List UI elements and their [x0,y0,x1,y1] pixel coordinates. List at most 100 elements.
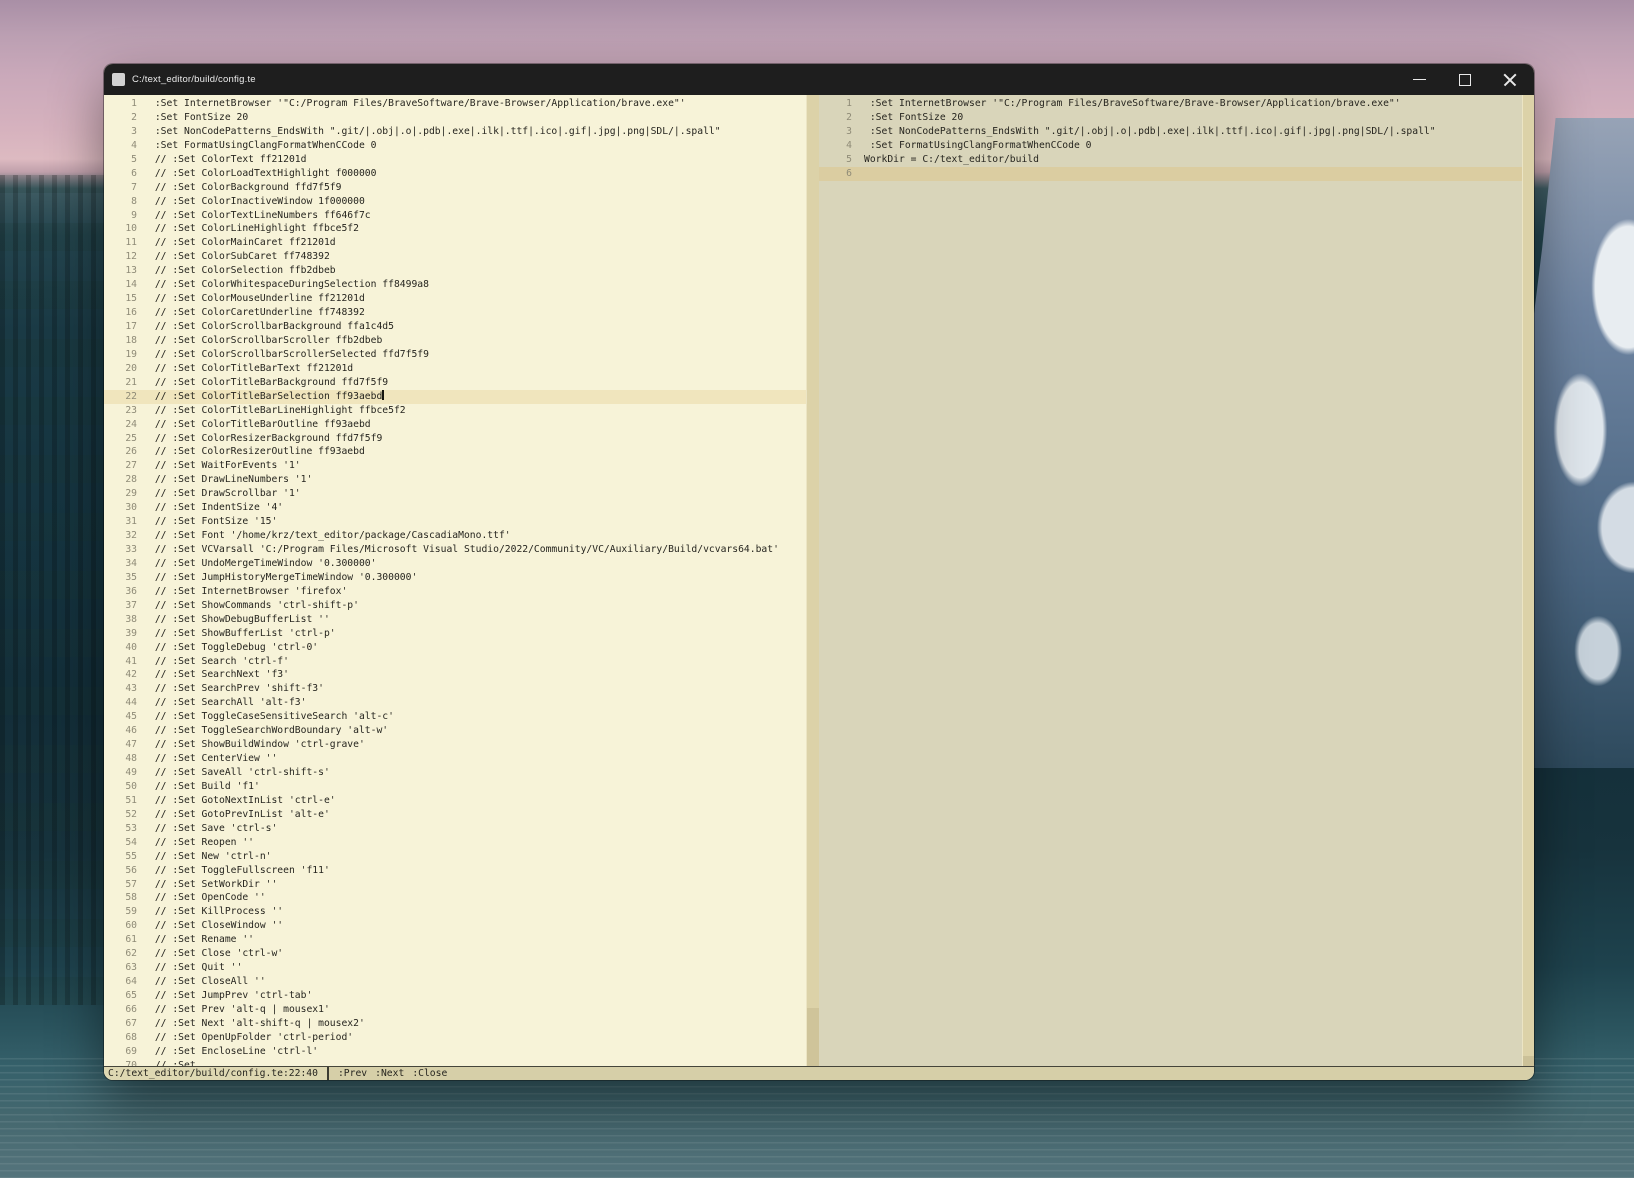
right-scrollbar-thumb[interactable] [1523,95,1534,1056]
code-line[interactable]: 6 // :Set ColorLoadTextHighlight f000000 [104,167,806,181]
code-text: // :Set [137,1059,202,1066]
code-line[interactable]: 37 // :Set ShowCommands 'ctrl-shift-p' [104,599,806,613]
code-line[interactable]: 21 // :Set ColorTitleBarBackground ffd7f… [104,376,806,390]
code-line[interactable]: 59 // :Set KillProcess '' [104,905,806,919]
code-line[interactable]: 35 // :Set JumpHistoryMergeTimeWindow '0… [104,571,806,585]
code-line[interactable]: 20 // :Set ColorTitleBarText ff21201d [104,362,806,376]
code-line[interactable]: 66 // :Set Prev 'alt-q | mousex1' [104,1003,806,1017]
line-number: 39 [104,627,137,641]
code-text: // :Set ColorSelection ffb2dbeb [137,264,336,278]
code-line[interactable]: 25 // :Set ColorResizerBackground ffd7f5… [104,432,806,446]
code-line[interactable]: 53 // :Set Save 'ctrl-s' [104,822,806,836]
code-line[interactable]: 6 [819,167,1522,181]
code-line[interactable]: 33 // :Set VCVarsall 'C:/Program Files/M… [104,543,806,557]
code-line[interactable]: 2 :Set FontSize 20 [104,111,806,125]
code-line[interactable]: 1 :Set InternetBrowser '"C:/Program File… [104,97,806,111]
code-line[interactable]: 23 // :Set ColorTitleBarLineHighlight ff… [104,404,806,418]
code-line[interactable]: 61 // :Set Rename '' [104,933,806,947]
close-button[interactable] [1487,64,1532,95]
code-line[interactable]: 46 // :Set ToggleSearchWordBoundary 'alt… [104,724,806,738]
code-line[interactable]: 26 // :Set ColorResizerOutline ff93aebd [104,445,806,459]
code-line[interactable]: 45 // :Set ToggleCaseSensitiveSearch 'al… [104,710,806,724]
code-line[interactable]: 51 // :Set GotoNextInList 'ctrl-e' [104,794,806,808]
code-line[interactable]: 5 // :Set ColorText ff21201d [104,153,806,167]
code-line[interactable]: 43 // :Set SearchPrev 'shift-f3' [104,682,806,696]
code-line[interactable]: 47 // :Set ShowBuildWindow 'ctrl-grave' [104,738,806,752]
code-line[interactable]: 56 // :Set ToggleFullscreen 'f11' [104,864,806,878]
line-number: 3 [104,125,137,139]
code-line[interactable]: 38 // :Set ShowDebugBufferList '' [104,613,806,627]
code-line[interactable]: 1 :Set InternetBrowser '"C:/Program File… [819,97,1522,111]
code-line[interactable]: 4 :Set FormatUsingClangFormatWhenCCode 0 [819,139,1522,153]
line-number: 1 [819,97,852,111]
code-line[interactable]: 5WorkDir = C:/text_editor/build [819,153,1522,167]
code-line[interactable]: 16 // :Set ColorCaretUnderline ff748392 [104,306,806,320]
code-line[interactable]: 10 // :Set ColorLineHighlight ffbce5f2 [104,222,806,236]
code-line[interactable]: 8 // :Set ColorInactiveWindow 1f000000 [104,195,806,209]
code-line[interactable]: 34 // :Set UndoMergeTimeWindow '0.300000… [104,557,806,571]
code-line[interactable]: 63 // :Set Quit '' [104,961,806,975]
code-line[interactable]: 3 :Set NonCodePatterns_EndsWith ".git/|.… [819,125,1522,139]
status-command-next[interactable]: :Next [375,1068,404,1079]
minimize-button[interactable] [1397,64,1442,95]
code-line[interactable]: 40 // :Set ToggleDebug 'ctrl-0' [104,641,806,655]
code-line[interactable]: 27 // :Set WaitForEvents '1' [104,459,806,473]
code-line[interactable]: 24 // :Set ColorTitleBarOutline ff93aebd [104,418,806,432]
code-line[interactable]: 57 // :Set SetWorkDir '' [104,878,806,892]
code-line[interactable]: 67 // :Set Next 'alt-shift-q | mousex2' [104,1017,806,1031]
code-line[interactable]: 13 // :Set ColorSelection ffb2dbeb [104,264,806,278]
code-line[interactable]: 69 // :Set EncloseLine 'ctrl-l' [104,1045,806,1059]
code-line[interactable]: 41 // :Set Search 'ctrl-f' [104,655,806,669]
code-line[interactable]: 50 // :Set Build 'f1' [104,780,806,794]
editor-pane-inactive[interactable]: 1 :Set InternetBrowser '"C:/Program File… [819,95,1522,1066]
code-line[interactable]: 14 // :Set ColorWhitespaceDuringSelectio… [104,278,806,292]
left-scrollbar-thumb[interactable] [807,95,819,1008]
code-line[interactable]: 32 // :Set Font '/home/krz/text_editor/p… [104,529,806,543]
code-line[interactable]: 3 :Set NonCodePatterns_EndsWith ".git/|.… [104,125,806,139]
code-line[interactable]: 36 // :Set InternetBrowser 'firefox' [104,585,806,599]
code-line[interactable]: 52 // :Set GotoPrevInList 'alt-e' [104,808,806,822]
code-text: // :Set ShowCommands 'ctrl-shift-p' [137,599,359,613]
code-line[interactable]: 60 // :Set CloseWindow '' [104,919,806,933]
maximize-button[interactable] [1442,64,1487,95]
right-scrollbar[interactable] [1522,95,1534,1066]
code-line[interactable]: 39 // :Set ShowBufferList 'ctrl-p' [104,627,806,641]
code-line[interactable]: 42 // :Set SearchNext 'f3' [104,668,806,682]
code-line[interactable]: 62 // :Set Close 'ctrl-w' [104,947,806,961]
code-text: // :Set InternetBrowser 'firefox' [137,585,347,599]
code-line[interactable]: 15 // :Set ColorMouseUnderline ff21201d [104,292,806,306]
code-line[interactable]: 44 // :Set SearchAll 'alt-f3' [104,696,806,710]
editor-pane-active[interactable]: 1 :Set InternetBrowser '"C:/Program File… [104,95,806,1066]
code-line[interactable]: 49 // :Set SaveAll 'ctrl-shift-s' [104,766,806,780]
code-text: // :Set SetWorkDir '' [137,878,277,892]
code-line[interactable]: 58 // :Set OpenCode '' [104,891,806,905]
code-line[interactable]: 11 // :Set ColorMainCaret ff21201d [104,236,806,250]
code-line[interactable]: 31 // :Set FontSize '15' [104,515,806,529]
code-line[interactable]: 54 // :Set Reopen '' [104,836,806,850]
code-line[interactable]: 17 // :Set ColorScrollbarBackground ffa1… [104,320,806,334]
code-line[interactable]: 9 // :Set ColorTextLineNumbers ff646f7c [104,209,806,223]
code-line[interactable]: 64 // :Set CloseAll '' [104,975,806,989]
code-line[interactable]: 28 // :Set DrawLineNumbers '1' [104,473,806,487]
status-command-prev[interactable]: :Prev [338,1068,367,1079]
code-line[interactable]: 4 :Set FormatUsingClangFormatWhenCCode 0 [104,139,806,153]
code-line[interactable]: 7 // :Set ColorBackground ffd7f5f9 [104,181,806,195]
code-line[interactable]: 65 // :Set JumpPrev 'ctrl-tab' [104,989,806,1003]
code-line[interactable]: 29 // :Set DrawScrollbar '1' [104,487,806,501]
line-number: 50 [104,780,137,794]
code-line[interactable]: 55 // :Set New 'ctrl-n' [104,850,806,864]
code-line[interactable]: 70 // :Set [104,1059,806,1066]
code-line[interactable]: 19 // :Set ColorScrollbarScrollerSelecte… [104,348,806,362]
status-command-close[interactable]: :Close [412,1068,447,1079]
code-line[interactable]: 12 // :Set ColorSubCaret ff748392 [104,250,806,264]
forest-silhouette [0,175,104,1005]
code-line[interactable]: 18 // :Set ColorScrollbarScroller ffb2db… [104,334,806,348]
code-text: :Set FormatUsingClangFormatWhenCCode 0 [137,139,376,153]
code-line[interactable]: 2 :Set FontSize 20 [819,111,1522,125]
code-line[interactable]: 48 // :Set CenterView '' [104,752,806,766]
line-number: 8 [104,195,137,209]
code-line[interactable]: 68 // :Set OpenUpFolder 'ctrl-period' [104,1031,806,1045]
left-scrollbar[interactable] [806,95,819,1066]
code-line[interactable]: 30 // :Set IndentSize '4' [104,501,806,515]
code-line[interactable]: 22 // :Set ColorTitleBarSelection ff93ae… [104,390,806,404]
